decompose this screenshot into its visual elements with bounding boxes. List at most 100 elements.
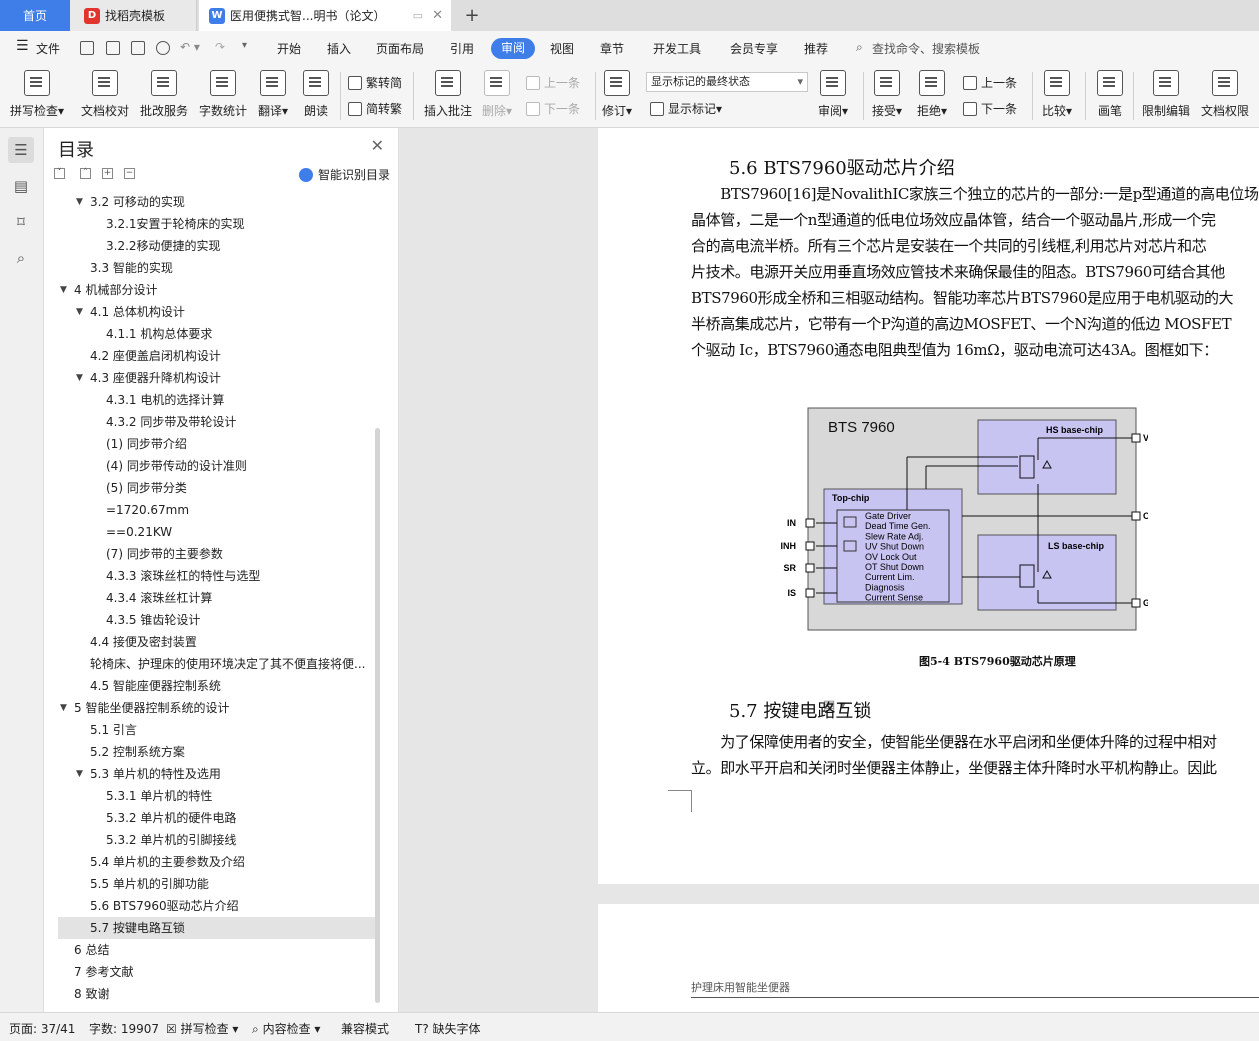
chevron-down-icon[interactable]: ▼ bbox=[60, 279, 67, 301]
toc-item[interactable]: 轮椅床、护理床的使用环境决定了其不便直接将便... bbox=[58, 653, 376, 675]
next-comment-button[interactable]: 下一条 bbox=[526, 100, 580, 117]
tab-template[interactable]: D 找稻壳模板 bbox=[70, 0, 197, 31]
annotate-service-button[interactable]: 批改服务 bbox=[140, 70, 188, 119]
word-count[interactable]: 字数: 19907 bbox=[89, 1020, 159, 1037]
read-aloud-button[interactable]: 朗读 bbox=[303, 70, 329, 119]
doc-permission-button[interactable]: 文档权限 bbox=[1201, 70, 1249, 119]
bookmark-icon[interactable]: ⌑ bbox=[8, 209, 34, 235]
menu-insert[interactable]: 插入 bbox=[327, 40, 351, 57]
preview-icon[interactable] bbox=[156, 41, 170, 55]
simp-to-trad-button[interactable]: 简转繁 bbox=[348, 100, 402, 117]
close-icon[interactable]: ✕ bbox=[371, 136, 384, 155]
next-change-button[interactable]: 下一条 bbox=[963, 100, 1017, 117]
chevron-down-icon[interactable]: ▼ bbox=[76, 367, 83, 389]
toc-item[interactable]: 6 总结 bbox=[58, 939, 376, 961]
menu-dev-tools[interactable]: 开发工具 bbox=[653, 40, 701, 57]
toc-item[interactable]: 3.3 智能的实现 bbox=[58, 257, 376, 279]
toc-item[interactable]: 5.4 单片机的主要参数及介绍 bbox=[58, 851, 376, 873]
toc-icon[interactable]: ☰ bbox=[8, 137, 34, 163]
toc-item[interactable]: 5.3.2 单片机的硬件电路 bbox=[58, 807, 376, 829]
toc-item[interactable]: (1) 同步带介绍 bbox=[58, 433, 376, 455]
accept-button[interactable]: 接受▾ bbox=[872, 70, 902, 119]
toc-item[interactable]: =1720.67mm bbox=[58, 499, 376, 521]
show-markup-button[interactable]: 显示标记 ▾ bbox=[650, 100, 722, 117]
toc-item[interactable]: 4.3.5 锥齿轮设计 bbox=[58, 609, 376, 631]
command-search[interactable]: 查找命令、搜索模板 bbox=[872, 40, 980, 57]
menu-layout[interactable]: 页面布局 bbox=[376, 40, 424, 57]
toc-item[interactable]: 5.7 按键电路互锁 bbox=[58, 917, 376, 939]
toc-item[interactable]: 4.3.3 滚珠丝杠的特性与选型 bbox=[58, 565, 376, 587]
collapse-all-icon[interactable]: ˅ bbox=[54, 168, 65, 179]
menu-view[interactable]: 视图 bbox=[550, 40, 574, 57]
export-icon[interactable] bbox=[106, 41, 120, 55]
page-indicator[interactable]: 页面: 37/41 bbox=[9, 1020, 75, 1037]
toc-item[interactable]: 8 致谢 bbox=[58, 983, 376, 1005]
toc-item[interactable]: 5.1 引言 bbox=[58, 719, 376, 741]
toc-item[interactable]: 5.2 控制系统方案 bbox=[58, 741, 376, 763]
tab-document[interactable]: W 医用便携式智...明书（论文） ▭ ✕ bbox=[199, 0, 451, 31]
toc-item[interactable]: ▼ 5 智能坐便器控制系统的设计 bbox=[58, 697, 376, 719]
menu-review[interactable]: 审阅 bbox=[491, 38, 535, 59]
menu-member[interactable]: 会员专享 bbox=[730, 40, 778, 57]
doc-proof-button[interactable]: 文档校对 bbox=[81, 70, 129, 119]
print-icon[interactable] bbox=[131, 41, 145, 55]
toc-item[interactable]: 5.3.2 单片机的引脚接线 bbox=[58, 829, 376, 851]
toc-item[interactable]: 3.2.2移动便捷的实现 bbox=[58, 235, 376, 257]
find-icon[interactable]: ⌕ bbox=[8, 245, 34, 271]
toc-item[interactable]: ▼ 4.3 座便器升降机构设计 bbox=[58, 367, 376, 389]
word-count-button[interactable]: 字数统计 bbox=[199, 70, 247, 119]
toc-item[interactable]: 4.3.2 同步带及带轮设计 bbox=[58, 411, 376, 433]
toc-item[interactable]: ▼ 4 机械部分设计 bbox=[58, 279, 376, 301]
chevron-down-icon[interactable]: ▼ bbox=[60, 697, 67, 719]
prev-change-button[interactable]: 上一条 bbox=[963, 74, 1017, 91]
expand-all-icon[interactable]: ˄ bbox=[80, 168, 91, 179]
menu-file[interactable]: 文件 bbox=[36, 40, 60, 57]
review-pane-button[interactable]: 审阅▾ bbox=[818, 70, 848, 119]
trad-to-simp-button[interactable]: 繁转简 bbox=[348, 74, 402, 91]
toc-scrollbar[interactable] bbox=[375, 428, 380, 1003]
undo-icon[interactable]: ↶ ▾ bbox=[180, 40, 200, 54]
save-icon[interactable] bbox=[80, 41, 94, 55]
more-icon[interactable]: ▾ bbox=[242, 40, 247, 51]
toc-item[interactable]: 4.3.1 电机的选择计算 bbox=[58, 389, 376, 411]
menu-recommend[interactable]: 推荐 bbox=[804, 40, 828, 57]
toc-item[interactable]: 5.6 BTS7960驱动芯片介绍 bbox=[58, 895, 376, 917]
document-page[interactable]: 5.6 BTS7960驱动芯片介绍 BTS7960[16]是NovalithIC… bbox=[598, 128, 1259, 884]
chapter-icon[interactable]: ▤ bbox=[8, 173, 34, 199]
close-tab-icon[interactable]: ✕ bbox=[432, 8, 443, 23]
menu-start[interactable]: 开始 bbox=[277, 40, 301, 57]
reject-button[interactable]: 拒绝▾ bbox=[917, 70, 947, 119]
chevron-down-icon[interactable]: ▼ bbox=[76, 763, 83, 785]
pin-icon[interactable]: ▭ bbox=[413, 9, 423, 22]
add-heading-icon[interactable]: + bbox=[102, 168, 113, 179]
toc-item[interactable]: 3.2.1安置于轮椅床的实现 bbox=[58, 213, 376, 235]
remove-heading-icon[interactable]: − bbox=[124, 168, 135, 179]
toc-item[interactable]: ▼ 3.2 可移动的实现 bbox=[58, 191, 376, 213]
translate-button[interactable]: 翻译▾ bbox=[258, 70, 288, 119]
document-page-next[interactable]: 护理床用智能坐便器 bbox=[598, 904, 1259, 1012]
spell-check-status[interactable]: ☒ 拼写检查 ▾ bbox=[166, 1020, 238, 1037]
toc-item[interactable]: 5.5 单片机的引脚功能 bbox=[58, 873, 376, 895]
pen-button[interactable]: 画笔 bbox=[1097, 70, 1123, 119]
toc-item[interactable]: 4.1.1 机构总体要求 bbox=[58, 323, 376, 345]
toc-item[interactable]: 4.3.4 滚珠丝杠计算 bbox=[58, 587, 376, 609]
toc-item[interactable]: 4.5 智能座便器控制系统 bbox=[58, 675, 376, 697]
insert-comment-button[interactable]: 插入批注 bbox=[424, 70, 472, 119]
toc-item[interactable]: ▼ 4.1 总体机构设计 bbox=[58, 301, 376, 323]
toc-item[interactable]: ==0.21KW bbox=[58, 521, 376, 543]
missing-font-status[interactable]: T? 缺失字体 bbox=[415, 1020, 481, 1037]
add-tab-button[interactable]: + bbox=[460, 0, 484, 31]
delete-comment-button[interactable]: 删除▾ bbox=[482, 70, 512, 119]
toc-item[interactable]: (4) 同步带传动的设计准则 bbox=[58, 455, 376, 477]
menu-reference[interactable]: 引用 bbox=[450, 40, 474, 57]
toc-item[interactable]: 4.4 接便及密封装置 bbox=[58, 631, 376, 653]
restrict-edit-button[interactable]: 限制编辑 bbox=[1142, 70, 1190, 119]
toc-item[interactable]: ▼ 5.3 单片机的特性及选用 bbox=[58, 763, 376, 785]
toc-item[interactable]: 5.3.1 单片机的特性 bbox=[58, 785, 376, 807]
toc-item[interactable]: (7) 同步带的主要参数 bbox=[58, 543, 376, 565]
toc-item[interactable]: 4.2 座便盖启闭机构设计 bbox=[58, 345, 376, 367]
toc-item[interactable]: (5) 同步带分类 bbox=[58, 477, 376, 499]
menu-chapter[interactable]: 章节 bbox=[600, 40, 624, 57]
hamburger-icon[interactable]: ☰ bbox=[16, 38, 29, 54]
smart-toc-button[interactable]: 智能识别目录 bbox=[298, 166, 390, 183]
